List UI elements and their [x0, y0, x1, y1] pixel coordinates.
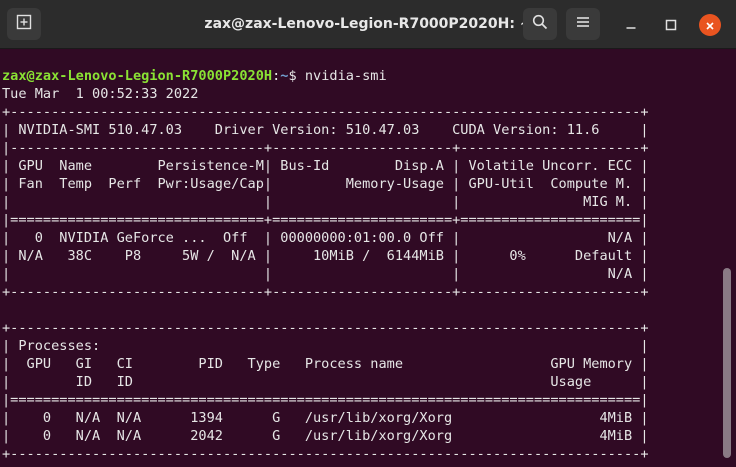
output-line: | | | N/A |: [2, 266, 649, 282]
output-line: | Fan Temp Perf Pwr:Usage/Cap| Memory-Us…: [2, 176, 649, 192]
terminal-output[interactable]: zax@zax-Lenovo-Legion-R7000P2020H:~$ nvi…: [2, 67, 722, 467]
command-text: nvidia-smi: [304, 68, 387, 84]
output-line: | GPU Name Persistence-M| Bus-Id Disp.A …: [2, 158, 649, 174]
output-line: |===============================+=======…: [2, 212, 649, 228]
output-line: | N/A 38C P8 5W / N/A | 10MiB / 6144MiB …: [2, 248, 649, 264]
output-line: |-------------------------------+-------…: [2, 140, 649, 156]
command-output: Tue Mar 1 00:52:33 2022 +----------------…: [2, 85, 722, 463]
search-button[interactable]: [523, 8, 557, 40]
output-line: | GPU GI CI PID Type Process name GPU Me…: [2, 356, 649, 372]
minimize-icon: [625, 16, 637, 35]
output-line: +---------------------------------------…: [2, 446, 649, 462]
output-line: | Processes: |: [2, 338, 649, 354]
maximize-icon: [665, 16, 677, 35]
prompt-user: zax@zax-Lenovo-Legion-R7000P2020H: [2, 68, 273, 84]
output-line: | 0 NVIDIA GeForce ... Off | 00000000:01…: [2, 230, 649, 246]
prompt-line: zax@zax-Lenovo-Legion-R7000P2020H:~$ nvi…: [2, 67, 722, 85]
close-icon: [705, 16, 715, 35]
output-line: | 0 N/A N/A 1394 G /usr/lib/xorg/Xorg 4M…: [2, 410, 649, 426]
output-line: Tue Mar 1 00:52:33 2022: [2, 86, 199, 102]
close-button[interactable]: [699, 14, 721, 36]
title-bar: zax@zax-Lenovo-Legion-R7000P2020H: ~: [0, 0, 736, 49]
output-line: | ID ID Usage |: [2, 374, 649, 390]
scrollbar[interactable]: [723, 268, 731, 458]
output-line: +-------------------------------+-------…: [2, 284, 649, 300]
cursor-line: [2, 463, 722, 467]
output-line: +---------------------------------------…: [2, 320, 649, 336]
output-line: | | | MIG M. |: [2, 194, 649, 210]
search-icon: [532, 14, 548, 34]
maximize-button[interactable]: [660, 14, 682, 36]
prompt-symbol: $: [288, 68, 305, 84]
menu-button[interactable]: [566, 8, 600, 40]
output-line: |=======================================…: [2, 392, 649, 408]
minimize-button[interactable]: [620, 14, 642, 36]
output-line: [2, 301, 722, 319]
output-line: | 0 N/A N/A 2042 G /usr/lib/xorg/Xorg 4M…: [2, 428, 649, 444]
output-line: | NVIDIA-SMI 510.47.03 Driver Version: 5…: [2, 122, 649, 138]
hamburger-menu-icon: [575, 14, 591, 34]
output-line: +---------------------------------------…: [2, 104, 649, 120]
